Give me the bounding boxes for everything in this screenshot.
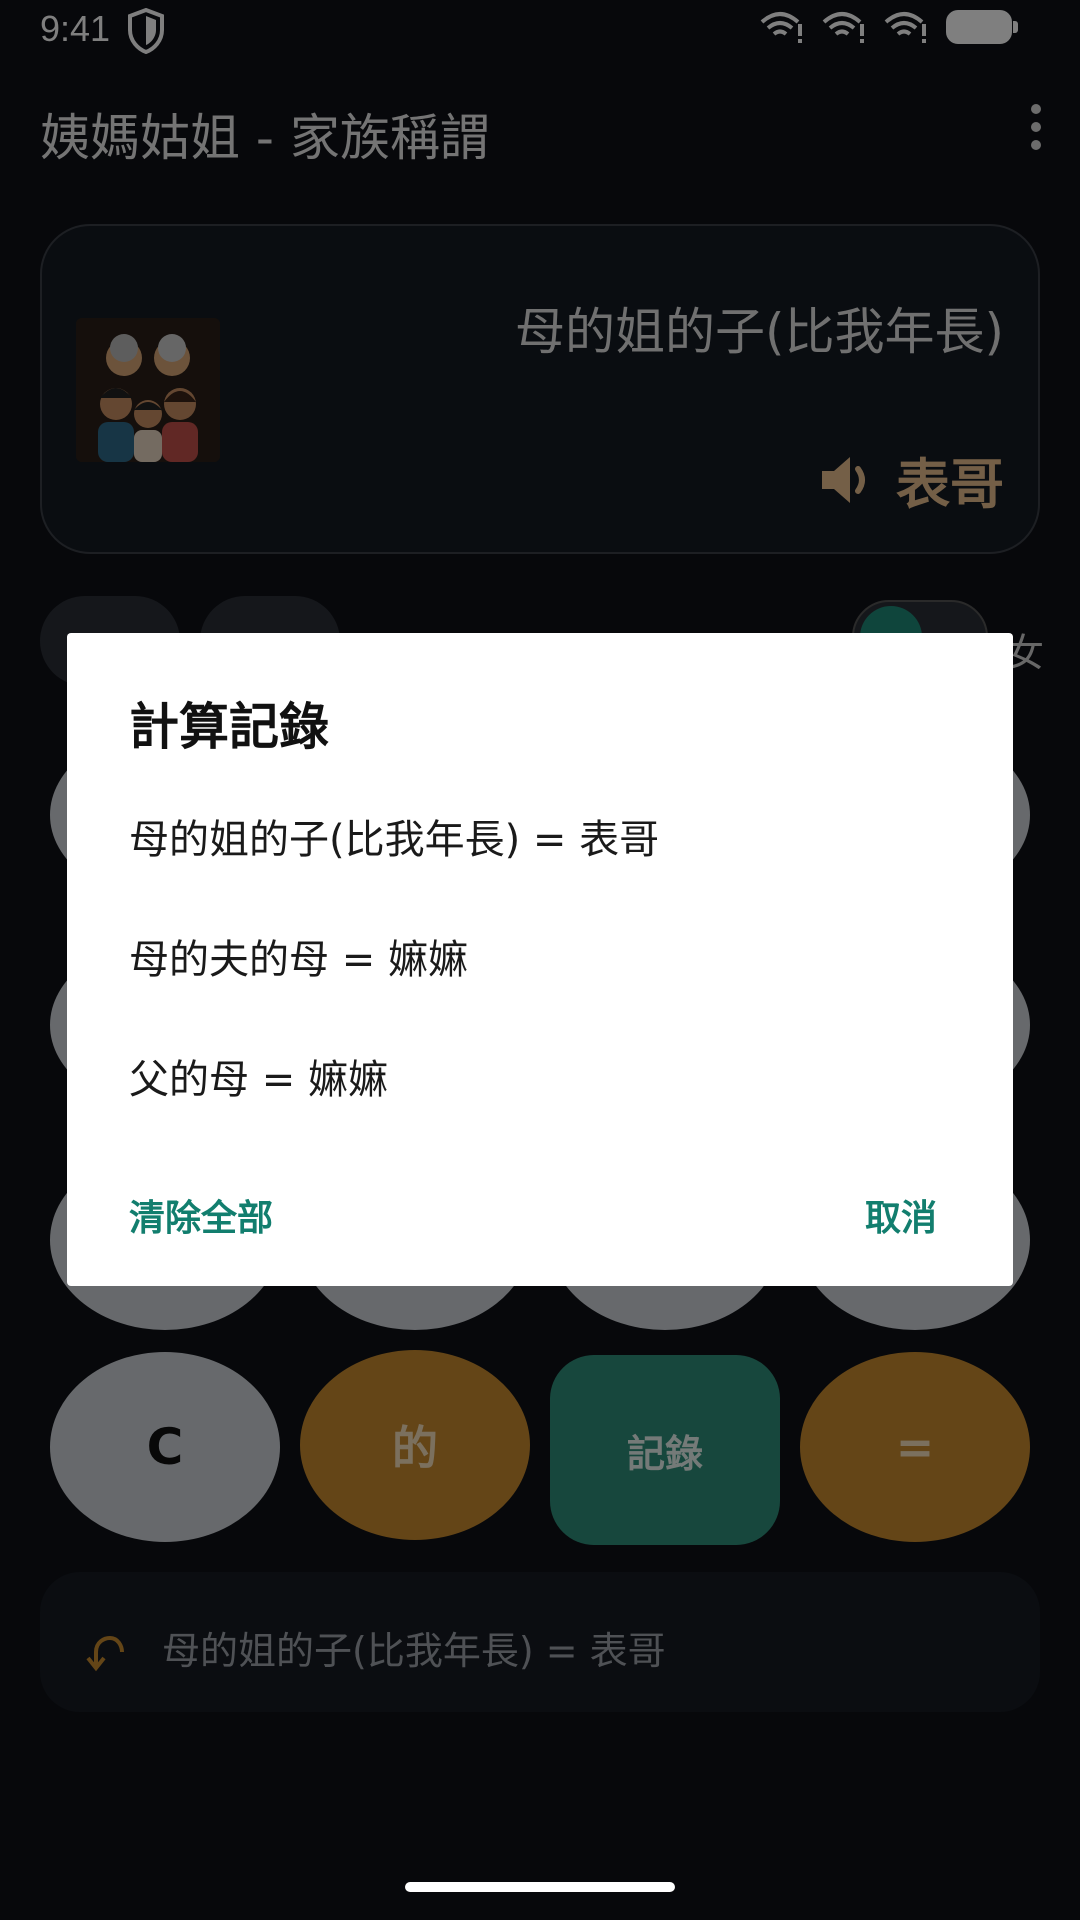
cancel-button[interactable]: 取消: [865, 1189, 937, 1241]
history-item[interactable]: 父的母 = 嫲嫲: [129, 1047, 388, 1105]
dialog-title: 計算記錄: [129, 698, 329, 756]
history-item[interactable]: 母的夫的母 = 嫲嫲: [129, 927, 468, 985]
history-dialog: 計算記錄 母的姐的子(比我年長) = 表哥 母的夫的母 = 嫲嫲 父的母 = 嫲…: [67, 633, 1013, 1286]
home-indicator[interactable]: [405, 1882, 675, 1892]
history-item[interactable]: 母的姐的子(比我年長) = 表哥: [129, 807, 659, 865]
clear-all-button[interactable]: 清除全部: [129, 1189, 273, 1241]
